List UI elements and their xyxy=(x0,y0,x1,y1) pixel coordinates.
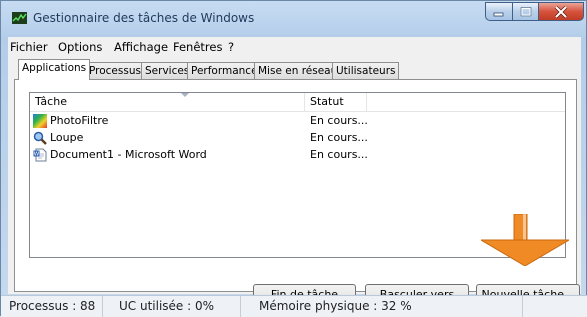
menu-help[interactable]: ? xyxy=(228,40,234,54)
task-name: Document1 - Microsoft Word xyxy=(50,148,207,161)
maximize-button[interactable] xyxy=(512,2,539,21)
table-row[interactable]: W Document1 - Microsoft Word En cours... xyxy=(30,146,565,163)
menu-options[interactable]: Options xyxy=(58,40,102,54)
task-manager-icon xyxy=(12,12,27,24)
window-frame: Gestionnaire des tâches de Windows Fichi… xyxy=(0,0,587,317)
table-row[interactable]: PhotoFiltre En cours... xyxy=(30,112,565,129)
task-status: En cours... xyxy=(310,131,368,144)
close-icon xyxy=(554,5,568,18)
tab-utilisateurs[interactable]: Utilisateurs xyxy=(332,62,400,79)
table-row[interactable]: Loupe En cours... xyxy=(30,129,565,146)
magnifier-icon xyxy=(33,131,47,145)
close-button[interactable] xyxy=(538,2,584,21)
task-name: PhotoFiltre xyxy=(50,114,109,127)
status-memory: Mémoire physique : 32 % xyxy=(241,296,523,317)
column-header-status[interactable]: Statut xyxy=(305,93,367,111)
status-processes: Processus : 88 xyxy=(1,296,103,317)
window-title: Gestionnaire des tâches de Windows xyxy=(33,11,255,25)
status-bar: Processus : 88 UC utilisée : 0% Mémoire … xyxy=(1,295,587,317)
menu-affichage[interactable]: Affichage xyxy=(114,40,168,54)
list-header: Tâche Statut xyxy=(30,93,565,112)
minimize-button[interactable] xyxy=(485,2,513,21)
svg-text:W: W xyxy=(34,151,40,157)
maximize-icon xyxy=(520,6,531,16)
tab-mise-en-reseau[interactable]: Mise en réseau xyxy=(254,62,342,79)
menu-bar: Fichier Options Affichage Fenêtres ? xyxy=(8,37,581,57)
sort-ascending-icon xyxy=(181,93,189,97)
tab-performance[interactable]: Performance xyxy=(187,62,262,79)
tab-applications[interactable]: Applications xyxy=(18,59,91,80)
task-status: En cours... xyxy=(310,114,368,127)
task-status: En cours... xyxy=(310,148,368,161)
menu-fenetres[interactable]: Fenêtres xyxy=(173,40,222,54)
orange-arrow-icon xyxy=(481,214,569,266)
menu-fichier[interactable]: Fichier xyxy=(10,40,48,54)
tab-services[interactable]: Services xyxy=(141,62,194,79)
status-cpu: UC utilisée : 0% xyxy=(103,296,241,317)
minimize-icon xyxy=(493,12,504,16)
word-document-icon: W xyxy=(33,148,47,161)
tab-processus[interactable]: Processus xyxy=(85,62,145,79)
column-header-task[interactable]: Tâche xyxy=(30,93,305,111)
task-name: Loupe xyxy=(50,131,84,144)
photofiltre-icon xyxy=(33,113,47,128)
title-bar[interactable]: Gestionnaire des tâches de Windows xyxy=(1,1,587,37)
